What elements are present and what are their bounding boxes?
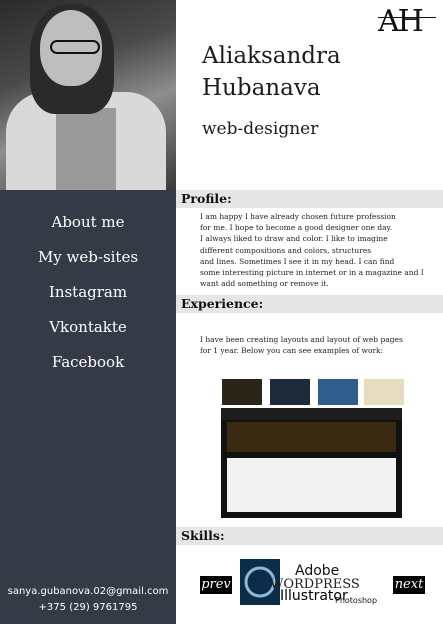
experience-line: I have been creating layouts and layout …: [200, 335, 403, 344]
nav-item-my-web-sites[interactable]: My web-sites: [0, 240, 176, 275]
logo-mark: AH: [378, 4, 424, 39]
profile-line: want add something or remove it.: [200, 279, 329, 289]
page-title: Aliaksandra Hubanava: [202, 40, 341, 104]
photo-glasses: [50, 40, 100, 54]
name-last: Hubanava: [202, 75, 321, 101]
skill-logo-photoshop: Photoshop: [335, 596, 377, 605]
skills-section-header: Skills:: [176, 527, 443, 545]
site-preview-hero: [227, 422, 396, 452]
contacts: sanya.gubanova.02@gmail.com +375 (29) 97…: [0, 584, 176, 616]
profile-text: I am happy I have already chosen future …: [200, 211, 424, 289]
nav-item-instagram[interactable]: Instagram: [0, 275, 176, 310]
profile-line: for me. I hope to become a good designer…: [200, 223, 393, 233]
name-first: Aliaksandra: [202, 43, 341, 69]
nav-item-about-me[interactable]: About me: [0, 205, 176, 240]
profile-section-header: Profile:: [176, 190, 443, 208]
profile-line: and lines. Sometimes I see it in my head…: [200, 256, 395, 266]
site-preview-content: [227, 458, 396, 512]
portfolio-site-preview[interactable]: [221, 408, 402, 518]
portfolio-thumbnails: [222, 379, 404, 405]
experience-text: I have been creating layouts and layout …: [200, 334, 403, 356]
contact-email[interactable]: sanya.gubanova.02@gmail.com: [0, 584, 176, 600]
skills-section-title: Skills:: [181, 528, 225, 543]
sidebar: About me My web-sites Instagram Vkontakt…: [0, 0, 176, 624]
portfolio-thumb[interactable]: [222, 379, 262, 405]
ah-logo: AH: [378, 6, 436, 44]
skill-logos: Adobe WORDPRESS Illustrator Photoshop: [240, 559, 377, 605]
profile-photo: [0, 0, 176, 190]
profile-line: I am happy I have already chosen future …: [200, 212, 396, 221]
portfolio-thumb[interactable]: [318, 379, 358, 405]
next-button[interactable]: next: [393, 576, 425, 594]
contact-phone[interactable]: +375 (29) 9761795: [0, 600, 176, 616]
nav-item-facebook[interactable]: Facebook: [0, 345, 176, 380]
logo-line: [378, 17, 436, 18]
prev-button[interactable]: prev: [200, 576, 232, 594]
portfolio-thumb[interactable]: [364, 379, 404, 405]
nav-item-vkontakte[interactable]: Vkontakte: [0, 310, 176, 345]
photo-top: [56, 108, 116, 190]
profile-line: different compositions and colors, struc…: [200, 245, 372, 255]
experience-section-header: Experience:: [176, 295, 443, 313]
experience-line: for 1 year. Below you can see examples o…: [200, 346, 384, 356]
role-title: web-designer: [202, 119, 319, 139]
experience-section-title: Experience:: [181, 296, 264, 311]
profile-line: some interesting picture in internet or …: [200, 268, 424, 278]
portfolio-thumb[interactable]: [270, 379, 310, 405]
sidebar-nav: About me My web-sites Instagram Vkontakt…: [0, 205, 176, 380]
site-preview-header: [221, 408, 402, 420]
profile-line: I always liked to draw and color. I like…: [200, 234, 388, 244]
profile-section-title: Profile:: [181, 191, 232, 206]
